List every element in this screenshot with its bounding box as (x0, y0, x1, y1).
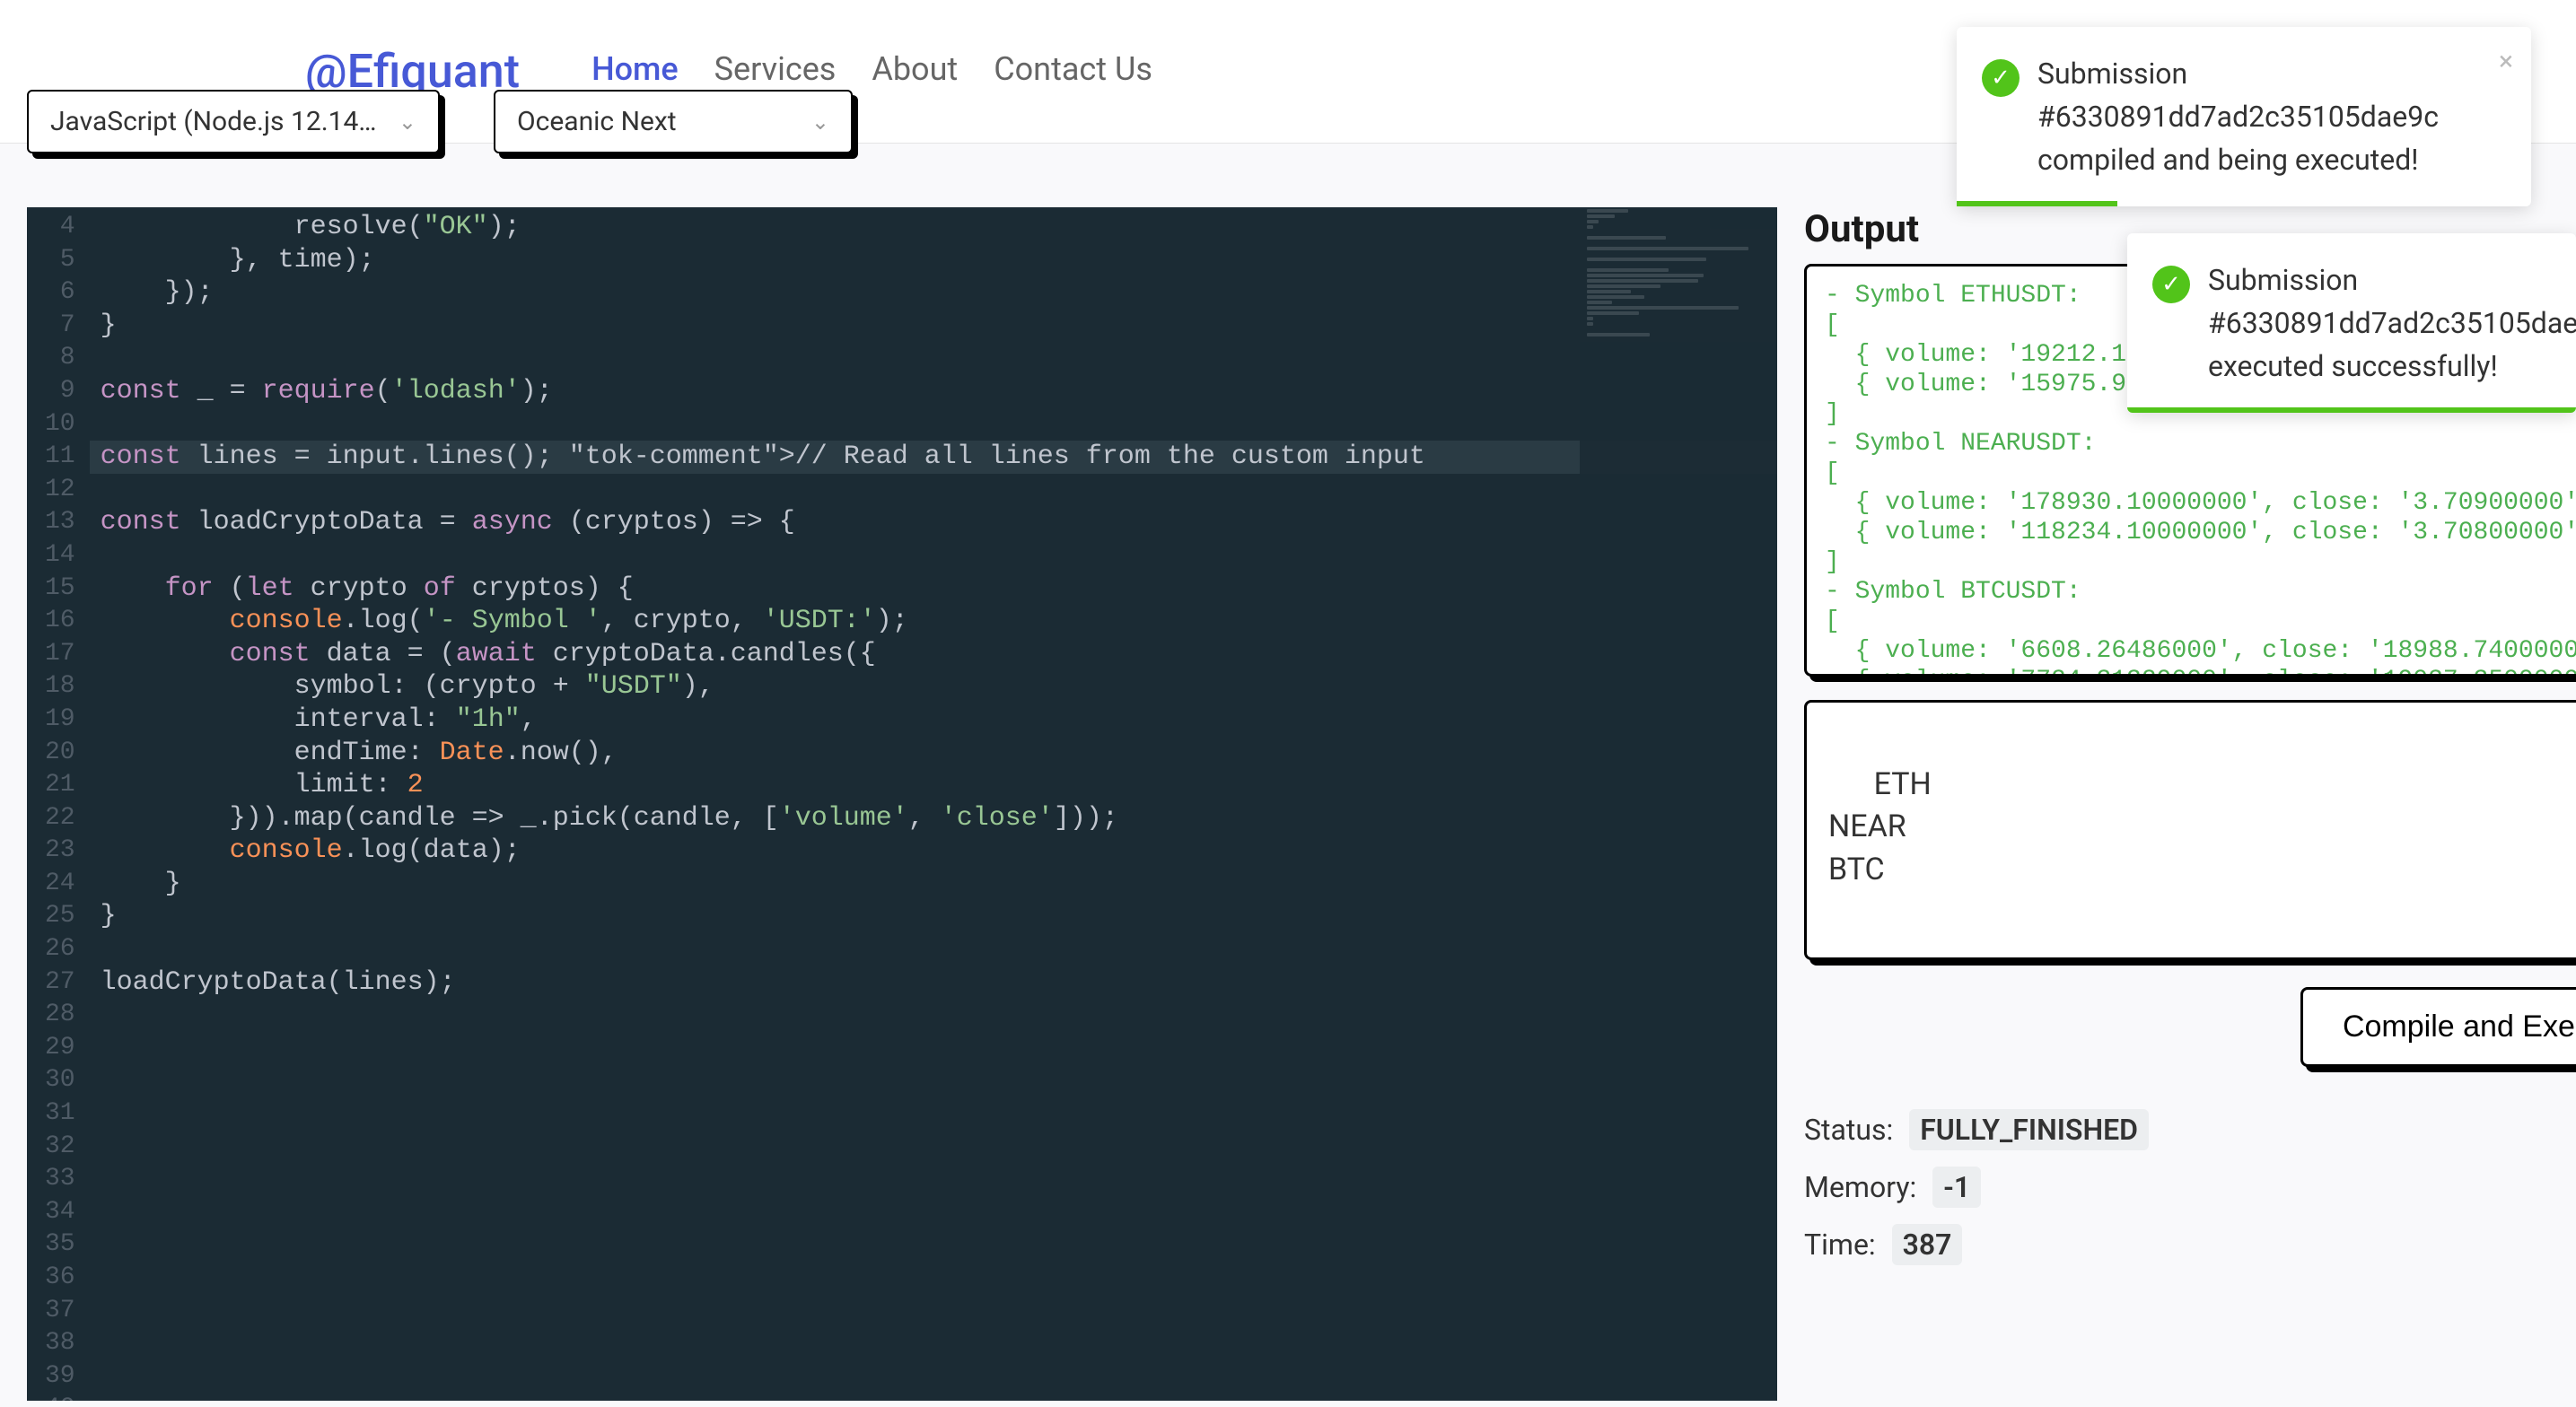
code-line[interactable]: console.log('- Symbol ', crypto, 'USDT:'… (90, 605, 1777, 638)
code-line[interactable] (90, 1295, 1777, 1328)
theme-dropdown-value: Oceanic Next (517, 106, 811, 137)
memory-value: -1 (1932, 1167, 1981, 1208)
language-dropdown-value: JavaScript (Node.js 12.14… (50, 106, 399, 137)
code-line[interactable]: const loadCryptoData = async (cryptos) =… (90, 506, 1777, 539)
code-line[interactable]: const data = (await cryptoData.candles({ (90, 638, 1777, 671)
code-line[interactable] (90, 1228, 1777, 1262)
code-line[interactable] (90, 408, 1777, 441)
status-label: Status: (1804, 1113, 1893, 1147)
code-line[interactable] (90, 1131, 1777, 1164)
code-line[interactable] (90, 1262, 1777, 1295)
language-dropdown[interactable]: JavaScript (Node.js 12.14… ⌄ (27, 90, 440, 153)
code-line[interactable]: }); (90, 276, 1777, 310)
code-editor-wrap: 4567891011121314151617181920212223242526… (27, 207, 1777, 1401)
time-value: 387 (1892, 1224, 1963, 1265)
toast-progress (2127, 407, 2576, 413)
code-line[interactable]: loadCryptoData(lines); (90, 966, 1777, 1000)
code-line[interactable]: } (90, 868, 1777, 901)
editor-minimap[interactable] (1580, 207, 1777, 1401)
code-line[interactable]: for (let crypto of cryptos) { (90, 572, 1777, 606)
memory-label: Memory: (1804, 1170, 1916, 1204)
code-line[interactable] (90, 1327, 1777, 1360)
code-line[interactable] (90, 1360, 1777, 1394)
compile-execute-button[interactable]: Compile and Execute (2300, 987, 2576, 1067)
code-line[interactable]: resolve("OK"); (90, 211, 1777, 244)
check-icon: ✓ (2152, 266, 2190, 303)
code-line[interactable] (90, 1097, 1777, 1131)
code-line[interactable]: const lines = input.lines(); "tok-commen… (90, 441, 1777, 474)
code-line[interactable] (90, 1032, 1777, 1065)
code-line[interactable] (90, 933, 1777, 966)
code-line[interactable]: })).map(candle => _.pick(candle, ['volum… (90, 802, 1777, 835)
chevron-down-icon: ⌄ (811, 109, 829, 135)
code-line[interactable]: } (90, 310, 1777, 343)
code-line[interactable]: interval: "1h", (90, 704, 1777, 737)
custom-input-text: ETH NEAR BTC (1828, 766, 1932, 887)
nav-contact[interactable]: Contact Us (994, 32, 1152, 111)
code-line[interactable] (90, 1163, 1777, 1196)
code-line[interactable] (90, 539, 1777, 572)
code-line[interactable]: }, time); (90, 244, 1777, 277)
code-line[interactable] (90, 474, 1777, 507)
editor-code-area[interactable]: resolve("OK"); }, time); });} const _ = r… (90, 207, 1777, 1401)
code-line[interactable]: limit: 2 (90, 769, 1777, 802)
toast-notification: ✓ Submission #6330891dd7ad2c35105dae exe… (2127, 233, 2576, 413)
code-line[interactable] (90, 999, 1777, 1032)
code-line[interactable] (90, 1064, 1777, 1097)
code-line[interactable]: symbol: (crypto + "USDT"), (90, 670, 1777, 704)
code-line[interactable]: const _ = require('lodash'); (90, 375, 1777, 408)
toast-message: Submission #6330891dd7ad2c35105dae execu… (2208, 258, 2576, 388)
code-line[interactable] (90, 1393, 1777, 1401)
close-icon[interactable]: × (2499, 41, 2513, 82)
toast-notification: ✓ Submission #6330891dd7ad2c35105dae9c c… (1957, 27, 2531, 206)
code-line[interactable]: console.log(data); (90, 835, 1777, 868)
chevron-down-icon: ⌄ (399, 109, 416, 135)
code-line[interactable]: } (90, 900, 1777, 933)
execution-stats: Status: FULLY_FINISHED Memory: -1 Time: … (1804, 1101, 2576, 1273)
code-line[interactable] (90, 342, 1777, 375)
status-value: FULLY_FINISHED (1909, 1109, 2149, 1150)
code-editor[interactable]: 4567891011121314151617181920212223242526… (27, 207, 1777, 1401)
toast-container: ✓ Submission #6330891dd7ad2c35105dae9c c… (1957, 27, 2531, 413)
custom-input[interactable]: ETH NEAR BTC G (1804, 700, 2576, 960)
code-line[interactable] (90, 1196, 1777, 1229)
editor-gutter: 4567891011121314151617181920212223242526… (27, 207, 90, 1401)
theme-dropdown[interactable]: Oceanic Next ⌄ (494, 90, 853, 153)
toast-progress (1957, 201, 2117, 206)
toast-message: Submission #6330891dd7ad2c35105dae9c com… (2037, 52, 2439, 181)
nav-about[interactable]: About (872, 32, 958, 111)
code-line[interactable]: endTime: Date.now(), (90, 737, 1777, 770)
time-label: Time: (1804, 1228, 1876, 1262)
check-icon: ✓ (1982, 59, 2020, 97)
